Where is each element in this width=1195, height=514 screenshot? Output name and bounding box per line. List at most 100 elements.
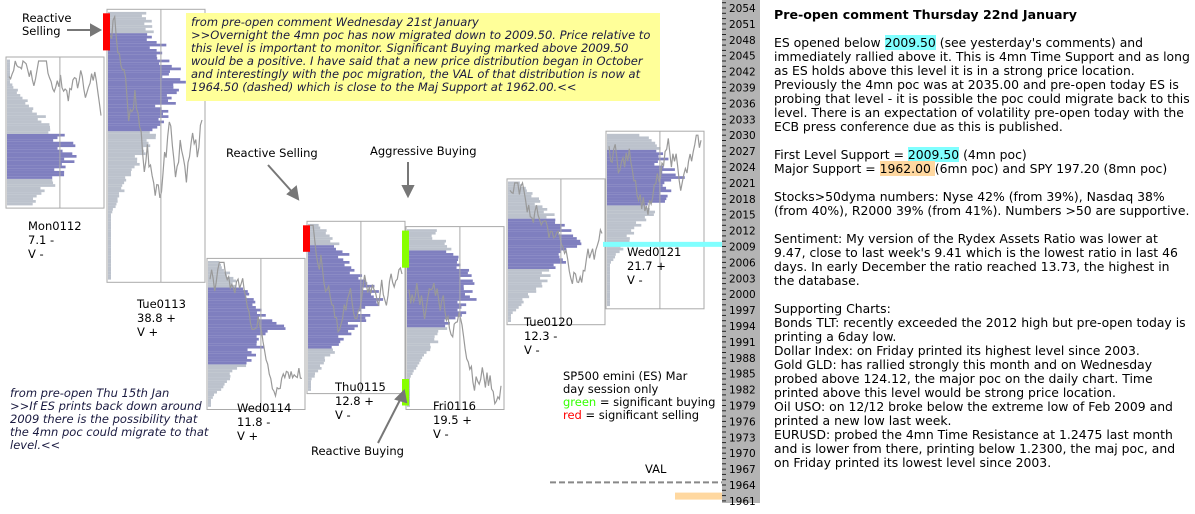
profile-bar — [508, 250, 561, 254]
profile-bar — [208, 324, 285, 328]
profile-bar — [607, 303, 610, 307]
profile-bar — [508, 239, 581, 243]
legend-green-word: green — [563, 395, 597, 409]
session-Thu0115: Thu011512.8 +V - — [306, 220, 406, 422]
profile-bar — [607, 168, 675, 171]
profile-bar — [108, 266, 111, 269]
profile-bar — [508, 311, 513, 315]
profile-bar — [607, 205, 646, 209]
profile-bar — [108, 242, 111, 246]
profile-bar — [407, 343, 431, 346]
profile-bar — [308, 266, 352, 269]
profile-bar — [308, 242, 340, 246]
profile-bar — [607, 208, 650, 211]
profile-bar — [108, 186, 122, 190]
profile-bar — [108, 67, 181, 71]
supporting-line: Gold GLD: has rallied strongly this mont… — [774, 357, 1153, 400]
profile-bar — [108, 96, 172, 100]
profile-bar — [508, 287, 537, 291]
profile-bar — [7, 123, 50, 126]
profile-bar — [308, 353, 331, 357]
profile-bar — [208, 266, 222, 269]
profile-bar — [7, 168, 55, 171]
profile-bar — [7, 59, 10, 63]
profile-bar — [7, 194, 37, 198]
profile-bar — [7, 192, 42, 195]
session-label: V - — [335, 408, 351, 422]
profile-bar — [108, 239, 111, 243]
profile-bar — [108, 147, 144, 150]
profile-bar — [607, 133, 640, 137]
profile-bar — [407, 321, 450, 325]
profile-bar — [208, 377, 230, 381]
profile-bar — [208, 329, 268, 333]
profile-bar — [108, 11, 147, 15]
profile-bar — [407, 335, 435, 338]
axis-tick-label: 2039 — [729, 83, 756, 95]
supporting-line: Supporting Charts: — [774, 301, 891, 316]
selling-marker — [303, 225, 310, 252]
session-label: V + — [137, 325, 158, 339]
profile-bar — [7, 120, 42, 124]
profile-bar — [7, 80, 10, 84]
profile-bar — [7, 178, 53, 182]
profile-bar — [7, 96, 23, 100]
profile-bar — [508, 284, 543, 288]
profile-bar — [7, 152, 73, 156]
profile-bar — [208, 321, 277, 325]
profile-bar — [308, 385, 311, 389]
profile-bar — [108, 49, 157, 52]
session-label: V - — [524, 343, 540, 357]
text: (see yesterday's comments) and immediate… — [774, 35, 1190, 134]
axis-tick-label: 2033 — [729, 114, 756, 126]
yellow-note: from pre-open comment Wednesday 21st Jan… — [186, 13, 660, 101]
profile-bar — [308, 261, 350, 264]
profile-bar — [607, 141, 656, 145]
profile-bar — [407, 234, 432, 238]
axis-tick-label: 2018 — [729, 194, 756, 206]
panel-title: Pre-open comment Thursday 22nd January — [774, 7, 1077, 22]
profile-bar — [208, 382, 225, 386]
arrow-reactive-buying — [377, 397, 402, 444]
profile-bar — [208, 348, 248, 352]
profile-bar — [108, 112, 163, 116]
profile-bar — [508, 253, 559, 256]
profile-bar — [508, 308, 517, 312]
session-label: 11.8 - — [237, 415, 270, 429]
profile-bar — [208, 295, 246, 299]
profile-bar — [108, 107, 162, 110]
profile-bar — [407, 329, 439, 333]
profile-bar — [308, 237, 333, 240]
profile-bar — [7, 200, 36, 203]
profile-bar — [607, 136, 649, 140]
profile-bar — [108, 170, 131, 174]
profile-bar — [208, 306, 256, 309]
profile-bar — [607, 268, 610, 272]
profile-bar — [607, 287, 610, 291]
profile-bar — [308, 311, 358, 315]
profile-bar — [7, 133, 65, 137]
profile-bar — [607, 213, 654, 216]
profile-bar — [607, 295, 610, 299]
profile-bar — [407, 271, 468, 275]
profile-bar — [108, 80, 186, 84]
axis-tick-label: 2051 — [729, 19, 756, 31]
profile-bar — [407, 303, 467, 307]
profile-bar — [607, 173, 676, 177]
profile-bar — [407, 258, 459, 262]
profile-bar — [108, 136, 156, 140]
profile-bar — [607, 200, 665, 203]
text: First Level Support = — [774, 147, 908, 162]
profile-bar — [208, 374, 231, 378]
profile-bar — [108, 139, 147, 142]
profile-bar — [308, 229, 327, 232]
profile-bar — [407, 364, 418, 368]
profile-bar — [208, 268, 224, 272]
profile-bar — [108, 41, 157, 44]
profile-bar — [308, 377, 312, 381]
profile-bar — [508, 282, 542, 285]
session-label: V - — [433, 427, 449, 441]
val-label: VAL — [645, 462, 667, 476]
profile-bar — [208, 353, 257, 357]
profile-bar — [108, 205, 116, 209]
